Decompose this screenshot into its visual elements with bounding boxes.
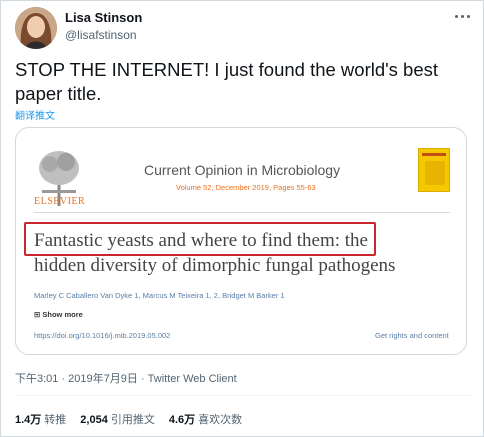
- retweet-count: 1.4万: [15, 414, 42, 426]
- dot: [454, 14, 458, 18]
- show-more-label: Show more: [42, 310, 83, 319]
- publisher-logo: ELSEVIER: [34, 196, 86, 207]
- dot: [466, 14, 470, 18]
- like-count: 4.6万: [168, 414, 196, 426]
- authors-line: Marley C Caballero Van Dyke 1, Marcus M …: [34, 291, 285, 300]
- volume-line: Volume 52, December 2019, Pages 55-63: [176, 183, 316, 192]
- more-options-icon[interactable]: [451, 9, 473, 23]
- cover-art: [425, 161, 445, 185]
- retweet-label: 转推: [44, 414, 67, 426]
- like-stat[interactable]: 4.6万 喜欢次数: [169, 411, 242, 427]
- avatar-image: [15, 7, 57, 49]
- author-handle[interactable]: @lisafstinson: [65, 28, 137, 42]
- tweet-container: Lisa Stinson @lisafstinson STOP THE INTE…: [0, 0, 484, 437]
- doi-link[interactable]: https://doi.org/10.1016/j.mib.2019.05.00…: [34, 331, 170, 340]
- journal-cover-image: [418, 148, 450, 192]
- tweet-timestamp[interactable]: 下午3:01 · 2019年7月9日 · Twitter Web Client: [15, 370, 237, 386]
- media-card[interactable]: ELSEVIER Current Opinion in Microbiology…: [15, 127, 467, 355]
- engagement-stats: 1.4万 转推 2,054 引用推文 4.6万 喜欢次数: [15, 411, 242, 427]
- translate-link[interactable]: 翻译推文: [15, 107, 55, 122]
- author-name[interactable]: Lisa Stinson: [65, 10, 142, 25]
- quote-label: 引用推文: [110, 414, 155, 426]
- quote-count: 2,054: [80, 414, 108, 426]
- divider: [34, 212, 450, 213]
- journal-name: Current Opinion in Microbiology: [144, 162, 341, 178]
- divider: [15, 395, 471, 396]
- tweet-text: STOP THE INTERNET! I just found the worl…: [15, 59, 439, 104]
- dot: [460, 14, 464, 18]
- cover-banner: [422, 153, 446, 156]
- like-label: 喜欢次数: [198, 414, 243, 426]
- rights-link[interactable]: Get rights and content: [375, 331, 449, 340]
- quote-stat[interactable]: 2,054 引用推文: [80, 411, 155, 427]
- paper-title-line-2: hidden diversity of dimorphic fungal pat…: [34, 255, 396, 276]
- highlight-box: [24, 222, 376, 256]
- show-more-link[interactable]: ⊞ Show more: [34, 310, 83, 319]
- retweet-stat[interactable]: 1.4万 转推: [15, 411, 66, 427]
- avatar[interactable]: [15, 7, 57, 49]
